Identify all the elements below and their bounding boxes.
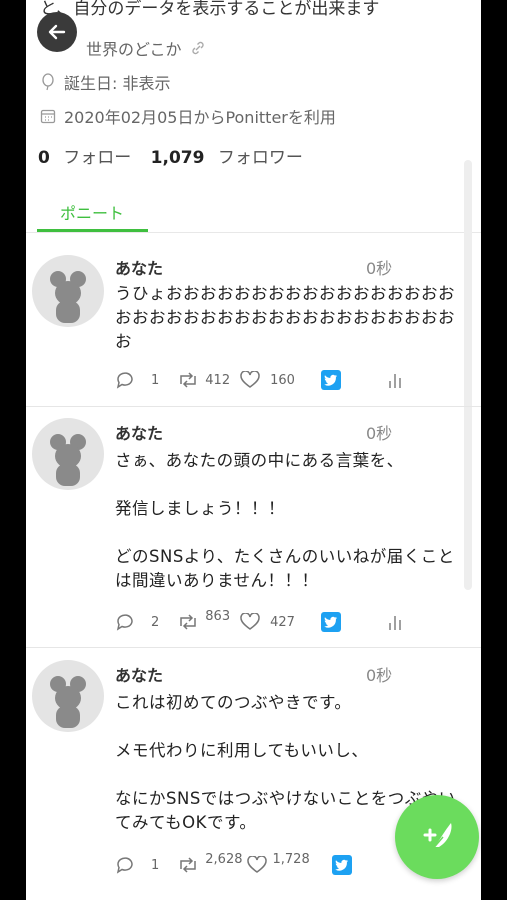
reply-count: 2 [151,614,160,630]
default-avatar-icon [50,676,86,728]
post-item[interactable]: あなた 0秒 うひょおおおおおおおおおおおおおおおおおおおおおおおおおおおおおお… [26,233,481,407]
post-time: 0秒 [366,424,393,443]
heart-icon [240,371,260,388]
balloon-icon [42,73,54,91]
tab-ponito[interactable]: ポニート [37,200,147,224]
twitter-share-button[interactable] [331,855,352,875]
reply-icon [116,372,133,389]
following-label[interactable]: フォロー [63,148,131,168]
profile-location-row: 世界のどこか [86,36,206,60]
stats-button[interactable] [387,613,403,631]
avatar[interactable] [32,418,104,490]
twitter-icon [334,859,348,871]
avatar[interactable] [32,255,104,327]
twitter-share-button[interactable] [320,370,341,390]
reply-count: 1 [151,372,160,388]
profile-birthday: 誕生日: 非表示 [64,74,171,93]
reply-button[interactable]: 1 [115,856,159,874]
follow-stats: 0 フォロー 1,079 フォロワー [38,143,303,168]
like-button[interactable]: 427 [240,613,295,631]
like-button[interactable]: 160 [240,371,295,389]
post-actions: 1 412 160 [115,369,403,391]
bar-chart-icon [389,374,401,388]
profile-joined: 2020年02月05日からPonitterを利用 [64,108,336,127]
retweet-button[interactable]: 412 [177,372,230,388]
retweet-count: 863 [205,608,231,624]
reply-button[interactable]: 1 [115,371,159,389]
retweet-count: 2,628 [205,851,243,867]
post-author[interactable]: あなた [115,420,163,444]
retweet-count: 412 [205,372,231,388]
reply-icon [116,857,133,874]
like-count: 1,728 [272,851,310,867]
default-avatar-icon [50,271,86,323]
calendar-icon [40,109,56,124]
compose-button[interactable] [395,795,479,879]
stats-button[interactable] [387,371,403,389]
profile-location: 世界のどこか [86,40,182,59]
retweet-button[interactable]: 863 [177,609,230,630]
twitter-icon [323,374,337,386]
heart-icon [240,613,260,630]
reply-count: 1 [151,857,160,873]
reply-button[interactable]: 2 [115,613,159,631]
bar-chart-icon [389,616,401,630]
arrow-left-icon [48,24,66,40]
post-author[interactable]: あなた [115,662,163,686]
like-count: 427 [270,614,295,630]
heart-icon [246,856,267,873]
post-actions: 2 863 427 [115,609,403,633]
post-author[interactable]: あなた [115,255,163,279]
link-icon[interactable] [190,40,206,56]
post-actions: 1 2,628 1,728 [115,852,352,876]
following-count[interactable]: 0 [38,148,50,168]
followers-count[interactable]: 1,079 [151,148,205,168]
twitter-share-button[interactable] [320,612,341,632]
avatar[interactable] [32,660,104,732]
profile-birthday-row: 誕生日: 非表示 [40,70,170,94]
profile-bio: と、自分のデータを表示することが出来ます [40,0,380,19]
post-text: うひょおおおおおおおおおおおおおおおおおおおおおおおおおおおおおおおおおおおおお… [115,284,455,351]
default-avatar-icon [50,434,86,486]
back-button[interactable] [37,12,77,52]
post-item[interactable]: あなた 0秒 さぁ、あなたの頭の中にある言葉を、 発信しましょう！！！ どのSN… [26,406,481,648]
twitter-icon [323,616,337,628]
reply-icon [116,614,133,631]
compose-feather-icon [423,823,452,852]
like-button[interactable]: 1,728 [246,852,310,874]
profile-screen: と、自分のデータを表示することが出来ます 世界のどこか 誕生日: 非表示 202… [26,0,481,900]
profile-joined-row: 2020年02月05日からPonitterを利用 [40,104,336,128]
retweet-icon [180,372,197,388]
followers-label[interactable]: フォロワー [218,148,303,168]
like-count: 160 [270,372,295,388]
post-time: 0秒 [366,666,393,685]
retweet-button[interactable]: 2,628 [177,852,243,873]
post-text: さぁ、あなたの頭の中にある言葉を、 発信しましょう！！！ どのSNSより、たくさ… [115,451,455,590]
retweet-icon [180,857,197,873]
post-time: 0秒 [366,259,393,278]
retweet-icon [180,614,197,630]
